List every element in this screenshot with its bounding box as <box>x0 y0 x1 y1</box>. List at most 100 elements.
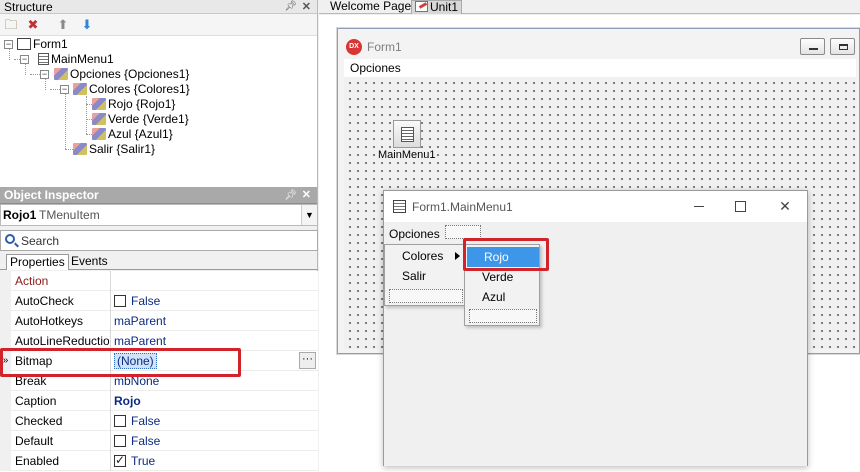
prop-value: maParent <box>114 314 167 328</box>
collapse-toggle[interactable]: − <box>20 55 29 64</box>
new-item-placeholder[interactable] <box>469 309 537 323</box>
pin-icon[interactable]: 📌︎ <box>284 187 297 204</box>
mainmenu-component-label: MainMenu1 <box>378 149 436 161</box>
submenu-arrow-icon <box>455 252 460 260</box>
close-button[interactable]: ✕ <box>775 197 795 215</box>
object-class: TMenuItem <box>39 208 100 222</box>
prop-row-action[interactable]: Action <box>0 271 318 291</box>
structure-title: Structure <box>4 0 53 14</box>
prop-value: False <box>131 294 161 308</box>
search-placeholder: Search <box>21 234 60 248</box>
maximize-icon <box>839 44 848 50</box>
main-menu-icon <box>401 127 414 142</box>
prop-row-default[interactable]: Default False <box>0 431 318 451</box>
checkbox[interactable] <box>114 435 126 447</box>
collapse-toggle[interactable]: − <box>40 70 49 79</box>
inspector-header: Object Inspector 📌︎ ✕ <box>0 187 317 204</box>
tree-node-opciones[interactable]: Opciones {Opciones1} <box>54 67 189 82</box>
tab-events[interactable]: Events <box>68 254 111 270</box>
prop-name: Caption <box>15 394 57 408</box>
form1-menubar: Opciones <box>344 59 856 77</box>
mainmenu-component[interactable] <box>393 120 421 148</box>
highlight-box-rojo <box>463 238 549 271</box>
structure-toolbar: 🗀 ✖ ⬆ ⬇ <box>0 14 317 36</box>
highlight-box-bitmap <box>0 348 241 377</box>
main-menu-icon <box>38 53 49 65</box>
maximize-button[interactable] <box>730 197 750 215</box>
checkbox[interactable] <box>114 415 126 427</box>
tree-node-verde[interactable]: Verde {Verde1} <box>92 112 189 127</box>
search-input[interactable]: Search <box>0 230 318 251</box>
prop-name: AutoLineReduction <box>15 334 109 348</box>
menu-bar-opciones[interactable]: Opciones <box>389 227 440 241</box>
tree-node-rojo[interactable]: Rojo {Rojo1} <box>92 97 175 112</box>
menu-item-salir[interactable]: Salir <box>385 266 465 286</box>
search-icon <box>5 234 15 244</box>
prop-value: Rojo <box>114 394 141 408</box>
chevron-down-icon[interactable]: ▼ <box>301 205 317 225</box>
opciones-dropdown: Colores Salir <box>384 244 466 306</box>
prop-row-enabled[interactable]: Enabled True <box>0 451 318 471</box>
prop-name: Enabled <box>15 454 60 468</box>
object-inspector: Object Inspector 📌︎ ✕ Rojo1 TMenuItem ▼ … <box>0 187 318 472</box>
tree-node-colores[interactable]: Colores {Colores1} <box>73 82 190 97</box>
prop-row-autocheck[interactable]: AutoCheck False <box>0 291 318 311</box>
menu-item-icon <box>54 68 68 80</box>
object-selector[interactable]: Rojo1 TMenuItem ▼ <box>0 204 318 226</box>
menu-item-colores[interactable]: Colores <box>385 246 465 266</box>
menu-opciones[interactable]: Opciones <box>350 61 401 75</box>
minimize-button[interactable] <box>689 197 709 215</box>
tab-unit1[interactable]: Unit1 <box>411 0 463 14</box>
collapse-toggle[interactable]: − <box>60 85 69 94</box>
tab-welcome-page[interactable]: Welcome Page <box>327 0 414 14</box>
new-item-placeholder[interactable] <box>389 289 463 303</box>
move-up-icon[interactable]: ⬆ <box>54 16 72 34</box>
menu-item-icon <box>92 128 106 140</box>
menu-item-icon <box>73 143 87 155</box>
tree-node-form1[interactable]: Form1 <box>17 37 68 52</box>
move-down-icon[interactable]: ⬇ <box>78 16 96 34</box>
maximize-button[interactable] <box>830 38 855 55</box>
ellipsis-button[interactable]: ··· <box>299 352 316 369</box>
collapse-toggle[interactable]: − <box>4 40 13 49</box>
menu-item-icon <box>92 113 106 125</box>
pin-icon[interactable]: 📌︎ <box>284 0 297 14</box>
prop-row-caption[interactable]: Caption Rojo <box>0 391 318 411</box>
prop-value: False <box>131 434 161 448</box>
tree-node-salir[interactable]: Salir {Salir1} <box>73 142 155 157</box>
checkbox[interactable] <box>114 295 126 307</box>
structure-panel: Structure 📌︎ ✕ 🗀 ✖ ⬆ ⬇ − − − − Form1 Mai… <box>0 0 318 187</box>
prop-row-checked[interactable]: Checked False <box>0 411 318 431</box>
prop-value: False <box>131 414 161 428</box>
prop-name: Checked <box>15 414 63 428</box>
prop-row-autohotkeys[interactable]: AutoHotkeys maParent <box>0 311 318 331</box>
inspector-title: Object Inspector <box>4 188 99 202</box>
prop-name: AutoHotkeys <box>15 314 84 328</box>
menu-item-azul[interactable]: Azul <box>465 287 539 307</box>
close-icon[interactable]: ✕ <box>302 0 311 14</box>
form1-titlebar: DX Form1 <box>338 29 859 59</box>
tree-node-azul[interactable]: Azul {Azul1} <box>92 127 173 142</box>
menu-designer-window[interactable]: Form1.MainMenu1 ✕ Opciones Colores Salir… <box>383 190 808 466</box>
tab-properties[interactable]: Properties <box>6 254 69 270</box>
object-name: Rojo1 <box>3 208 37 222</box>
minimize-button[interactable] <box>800 38 825 55</box>
open-folder-icon[interactable]: 🗀 <box>2 16 20 34</box>
checkbox-checked[interactable] <box>114 453 126 467</box>
minimize-icon <box>809 48 818 50</box>
delete-icon[interactable]: ✖ <box>24 16 42 34</box>
structure-header: Structure 📌︎ ✕ <box>0 0 317 14</box>
menu-designer-titlebar: Form1.MainMenu1 ✕ <box>384 191 807 222</box>
unit-icon <box>415 1 428 12</box>
prop-value: True <box>131 454 156 468</box>
menu-item-icon <box>92 98 106 110</box>
prop-name: Action <box>15 274 49 288</box>
prop-name: AutoCheck <box>15 294 74 308</box>
tree-node-mainmenu1[interactable]: MainMenu1 <box>38 52 114 67</box>
prop-name: Default <box>15 434 54 448</box>
menu-designer-body: Opciones Colores Salir Rojo Verde Azul <box>384 222 807 466</box>
close-icon[interactable]: ✕ <box>302 187 311 204</box>
editor-tabs: Welcome Page Unit1 <box>319 0 860 14</box>
prop-value: maParent <box>114 334 167 348</box>
new-menu-placeholder[interactable] <box>445 225 481 239</box>
